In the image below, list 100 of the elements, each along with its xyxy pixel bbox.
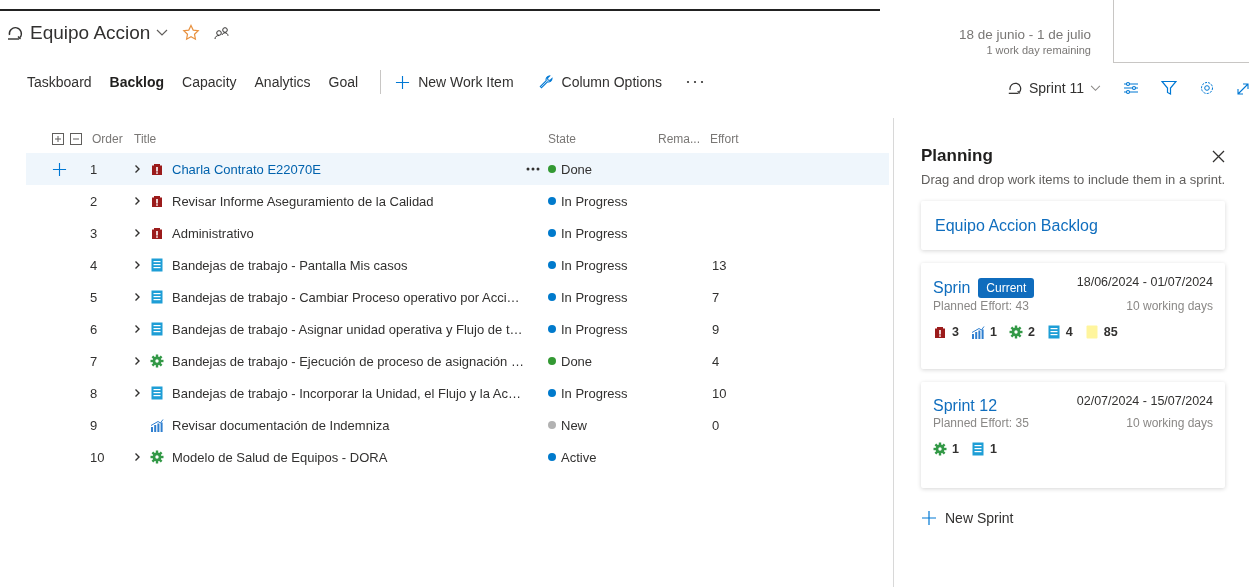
panel-title: Planning [921, 146, 993, 166]
document-icon [150, 322, 164, 336]
backlog-row[interactable]: 9 Revisar documentación de Indemniza New 0 [26, 409, 889, 441]
item-count: 1 [952, 442, 959, 456]
tab[interactable]: Capacity [174, 74, 245, 90]
state-cell: Done [561, 353, 593, 369]
filter-icon[interactable] [1161, 80, 1177, 96]
sprint-dates: 02/07/2024 - 15/07/2024 [1076, 394, 1213, 408]
tab[interactable]: Taskboard [27, 74, 100, 90]
star-icon[interactable] [182, 24, 201, 42]
settings-icon[interactable] [1199, 80, 1215, 96]
document-icon [150, 386, 164, 400]
document-icon [970, 442, 985, 456]
chevron-right-icon[interactable] [134, 292, 141, 302]
state-cell: In Progress [561, 289, 628, 305]
tab[interactable]: Analytics [246, 74, 319, 90]
chevron-right-icon[interactable] [134, 196, 141, 206]
wrench-icon[interactable] [537, 74, 554, 90]
sprint-card[interactable]: Sprint 12 02/07/2024 - 15/07/2024 Planned Effort: 35 10 working days 1 1 [921, 382, 1225, 488]
document-icon [1046, 325, 1061, 339]
tab[interactable]: Goal [320, 74, 367, 90]
plus-icon[interactable] [395, 74, 411, 90]
order-cell-text: 1 [90, 161, 99, 177]
chevron-down-icon[interactable] [156, 29, 169, 37]
chevron-right-icon[interactable] [134, 356, 141, 366]
backlog-row[interactable]: 5 Bandejas de trabajo - Cambiar Proceso operativo por Acci… In Progress 7 [26, 281, 889, 313]
effort-cell-text: 7 [711, 289, 720, 305]
work-item-title[interactable]: Bandejas de trabajo - Cambiar Proceso operativo por Acci… [172, 289, 520, 305]
backlog-row[interactable]: 4 Bandejas de trabajo - Pantalla Mis casos In Progress 13 [26, 249, 889, 281]
working-days: 10 working days [1126, 299, 1213, 313]
order-cell-text: 7 [90, 353, 99, 369]
state-cell: In Progress [561, 193, 628, 209]
settings-sliders-icon[interactable] [1123, 81, 1139, 95]
work-item-title[interactable]: Bandejas de trabajo - Asignar unidad operativa y Flujo de t… [172, 321, 523, 337]
column-header[interactable]: State [548, 132, 658, 146]
work-item-title[interactable]: Charla Contrato E22070E [172, 161, 321, 177]
chevron-right-icon[interactable] [134, 164, 141, 174]
order-cell-text: 5 [90, 289, 99, 305]
backlog-row[interactable]: 6 Bandejas de trabajo - Asignar unidad operativa y Flujo de t… In Progress 9 [26, 313, 889, 345]
more-icon[interactable] [685, 80, 704, 84]
work-item-title[interactable]: Revisar Informe Aseguramiento de la Calidad [172, 193, 434, 209]
order-cell-text: 3 [90, 225, 99, 241]
collapse-all-icon[interactable] [70, 133, 82, 145]
column-header[interactable]: Rema... [658, 132, 710, 146]
chevron-down-icon[interactable] [1090, 84, 1101, 92]
panel-description: Drag and drop work items to include them in a sprint. [921, 171, 1226, 189]
work-item-title[interactable]: Bandejas de trabajo - Pantalla Mis casos [172, 257, 408, 273]
chevron-right-icon[interactable] [134, 324, 141, 334]
order-cell-text: 8 [90, 385, 99, 401]
item-count: 3 [952, 325, 959, 339]
sprint-name[interactable]: Sprint 12 [933, 397, 998, 415]
backlog-row[interactable]: 10 Modelo de Salud de Equipos - DORA Active [26, 441, 889, 473]
item-count: 2 [1027, 325, 1035, 339]
team-members-icon[interactable] [214, 26, 231, 40]
new-work-item-button[interactable]: New Work Item [418, 74, 514, 90]
close-icon[interactable] [1212, 149, 1225, 163]
gear-icon [150, 450, 164, 464]
work-item-title[interactable]: Bandejas de trabajo - Ejecución de proceso de asignación … [172, 353, 524, 369]
column-header[interactable]: Effort [710, 132, 889, 146]
backlog-row[interactable]: 2 Revisar Informe Aseguramiento de la Calidad In Progress [26, 185, 889, 217]
sprint-icon[interactable] [1007, 80, 1023, 96]
chevron-right-icon[interactable] [134, 228, 141, 238]
gear-icon [150, 354, 164, 368]
item-count: 4 [1065, 325, 1073, 339]
sprint-dates: 18/06/2024 - 01/07/2024 [1076, 275, 1213, 289]
bar-chart-icon [970, 325, 985, 339]
sprint-picker[interactable]: Sprint 11 [1029, 80, 1084, 96]
backlog-row[interactable]: 8 Bandejas de trabajo - Incorporar la Unidad, el Flujo y la Ac… In Progress 10 [26, 377, 889, 409]
expand-all-icon[interactable] [52, 133, 64, 145]
add-icon[interactable] [52, 161, 67, 177]
document-icon [150, 290, 164, 304]
column-header[interactable]: Title [134, 132, 548, 146]
tab[interactable]: Backlog [101, 74, 173, 90]
sprint-card[interactable]: Sprin Current 18/06/2024 - 01/07/2024 Planned Effort: 43 10 working days 3 1 2 4 85 [921, 263, 1225, 369]
expand-icon[interactable] [1237, 81, 1249, 95]
sprint-name[interactable]: Sprin [933, 279, 971, 297]
impediment-icon [150, 194, 164, 208]
more-icon[interactable] [526, 167, 540, 171]
item-count: 85 [1103, 325, 1118, 339]
backlog-row[interactable]: 7 Bandejas de trabajo - Ejecución de proceso de asignación … Done 4 [26, 345, 889, 377]
impediment-icon [933, 325, 947, 339]
document-icon [150, 258, 164, 272]
backlog-row[interactable]: 1 Charla Contrato E22070E Done [26, 153, 889, 185]
chevron-right-icon[interactable] [134, 388, 141, 398]
current-badge: Current [978, 278, 1035, 298]
column-options-button[interactable]: Column Options [561, 74, 662, 90]
work-item-title[interactable]: Revisar documentación de Indemniza [172, 417, 390, 433]
state-cell: In Progress [561, 225, 628, 241]
chevron-right-icon[interactable] [134, 260, 141, 270]
days-remaining: 1 work day remaining [985, 44, 1091, 56]
backlog-link[interactable]: Equipo Accion Backlog [935, 216, 1098, 235]
work-item-title[interactable]: Administrativo [172, 225, 254, 241]
new-sprint-button[interactable]: New Sprint [945, 510, 1014, 526]
chevron-right-icon[interactable] [134, 452, 141, 462]
work-item-title[interactable]: Bandejas de trabajo - Incorporar la Unidad, el Flujo y la Ac… [172, 385, 522, 401]
column-header[interactable]: Order [90, 132, 134, 146]
work-item-title[interactable]: Modelo de Salud de Equipos - DORA [172, 449, 388, 465]
team-name[interactable]: Equipo Accion [30, 22, 151, 44]
backlog-row[interactable]: 3 Administrativo In Progress [26, 217, 889, 249]
effort-cell-text: 10 [711, 385, 727, 401]
